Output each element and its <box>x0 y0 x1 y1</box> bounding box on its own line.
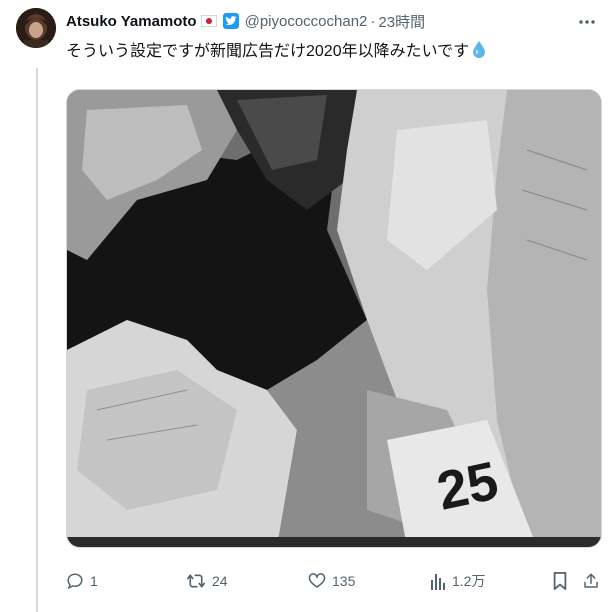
tweet-image[interactable]: 25 <box>66 89 602 548</box>
bird-icon <box>222 13 239 29</box>
like-count: 135 <box>332 573 356 589</box>
thread-line <box>36 68 38 612</box>
reply-icon <box>66 572 84 590</box>
bookmark-button[interactable] <box>552 566 568 596</box>
like-button[interactable]: 135 <box>308 566 355 596</box>
separator-dot: · <box>370 12 376 30</box>
share-button[interactable] <box>582 566 600 596</box>
retweet-icon <box>186 572 206 590</box>
heart-icon <box>308 572 326 590</box>
retweet-count: 24 <box>212 573 228 589</box>
japan-flag-icon <box>200 15 217 27</box>
reply-button[interactable]: 1 <box>66 566 98 596</box>
timestamp[interactable]: 23時間 <box>378 11 425 32</box>
views-icon <box>430 572 446 590</box>
views-count: 1.2万 <box>452 573 486 589</box>
retweet-button[interactable]: 24 <box>186 566 228 596</box>
avatar[interactable] <box>16 8 56 48</box>
droplet-icon <box>472 40 486 64</box>
display-name[interactable]: Atsuko Yamamoto <box>66 13 197 30</box>
action-bar: 1 24 135 1.2万 <box>66 566 600 596</box>
share-icon <box>582 572 600 590</box>
more-options-icon[interactable] <box>578 12 596 30</box>
tweet-text-content: そういう設定ですが新聞広告だけ2020年以降みたいです <box>66 43 470 60</box>
tweet-text: そういう設定ですが新聞広告だけ2020年以降みたいです <box>66 40 486 64</box>
handle[interactable]: @piyococcochan2 <box>245 13 368 30</box>
headline-digits: 25 <box>432 451 503 522</box>
tweet-header: Atsuko Yamamoto @piyococcochan2 · 23時間 <box>66 10 425 32</box>
views-button[interactable]: 1.2万 <box>430 566 485 596</box>
bookmark-icon <box>552 572 568 590</box>
reply-count: 1 <box>90 573 98 589</box>
